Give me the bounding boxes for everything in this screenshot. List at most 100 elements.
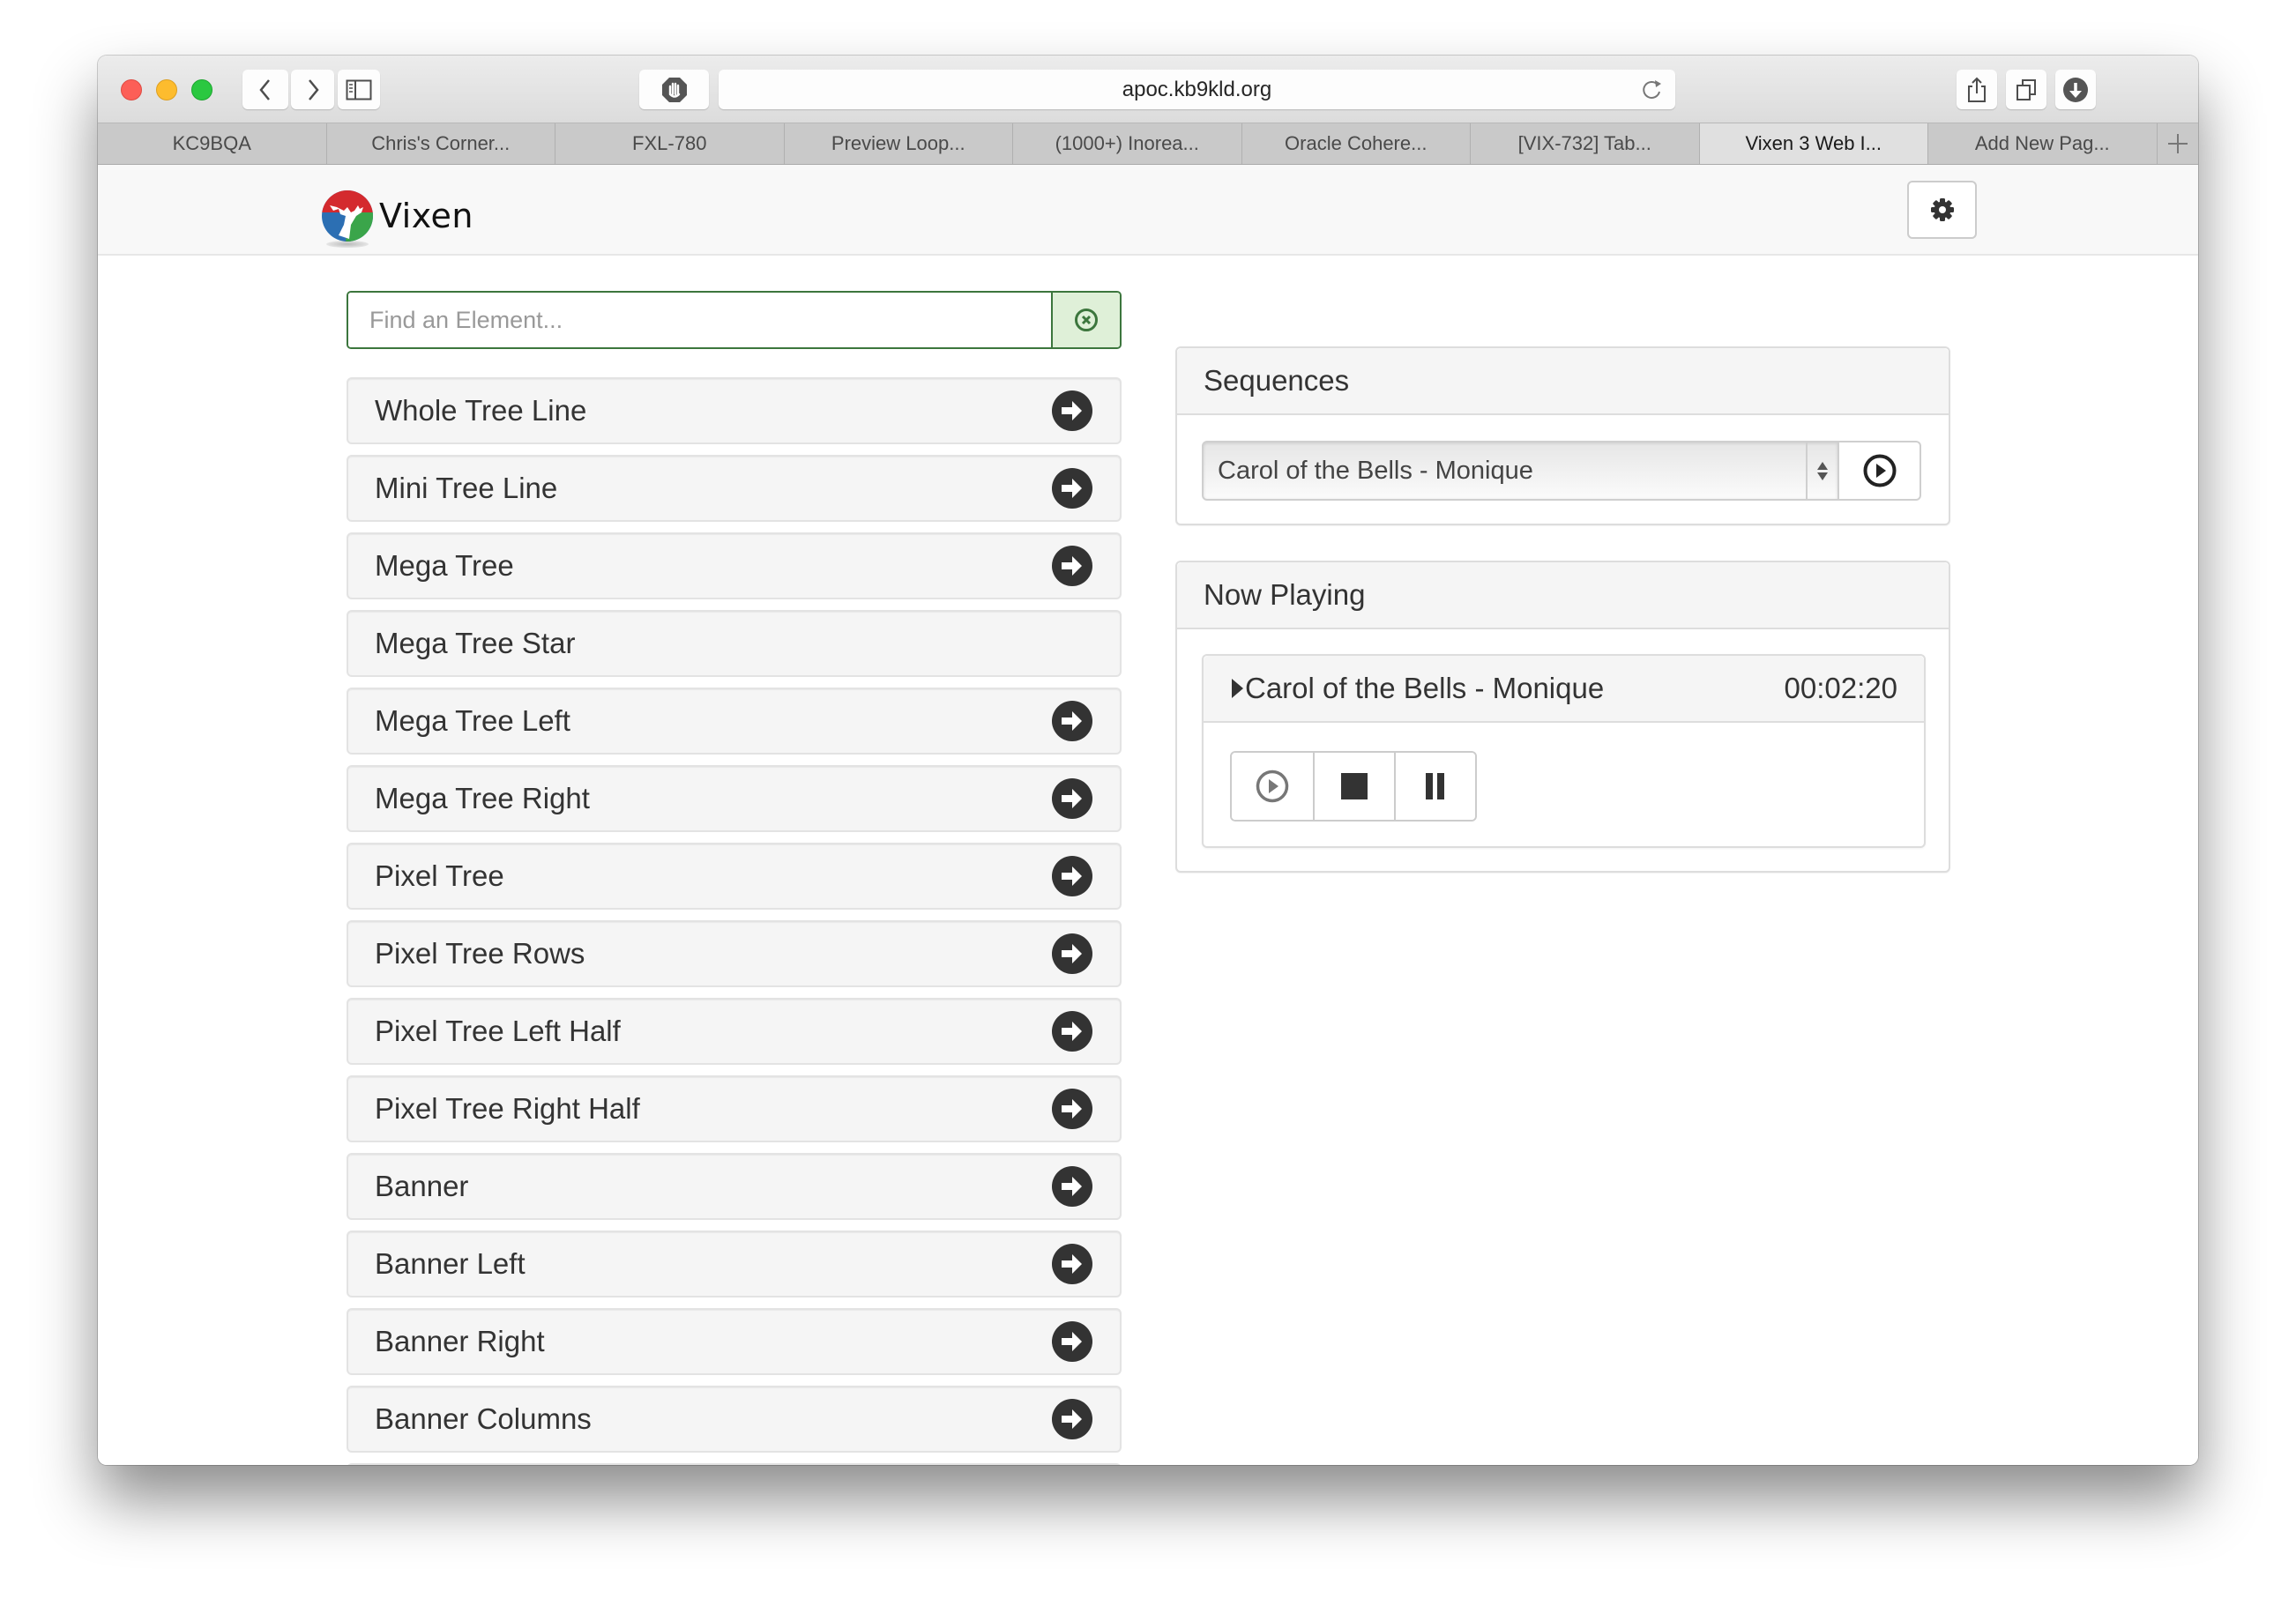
arrow-circle-right-icon[interactable]	[1051, 1088, 1093, 1130]
share-icon	[1968, 77, 1986, 102]
address-bar[interactable]: apoc.kb9kld.org	[719, 70, 1675, 109]
arrow-circle-right-icon[interactable]	[1051, 933, 1093, 975]
tabs-overview-button[interactable]	[2006, 70, 2046, 109]
clear-circle-icon	[1075, 309, 1098, 331]
sequence-picker: Carol of the Bells - Monique	[1202, 441, 1921, 501]
play-circle-icon	[1863, 454, 1896, 487]
back-button[interactable]	[242, 70, 288, 109]
brand[interactable]: Vixen	[321, 190, 473, 248]
element-list-item[interactable]: Pixel Tree Right Half	[347, 1075, 1122, 1142]
settings-button[interactable]	[1907, 181, 1977, 239]
browser-window: apoc.kb9kld.org KC9BQA Chris's Corner...…	[98, 56, 2198, 1465]
caret-right-icon	[1232, 679, 1243, 698]
element-label: Banner Right	[375, 1325, 545, 1357]
share-button[interactable]	[1957, 70, 1997, 109]
play-sequence-button[interactable]	[1839, 441, 1921, 501]
tab-vix-732[interactable]: [VIX-732] Tab...	[1471, 123, 1700, 164]
tab-inoreader[interactable]: (1000+) Inorea...	[1013, 123, 1242, 164]
arrow-circle-right-icon[interactable]	[1051, 700, 1093, 742]
element-label: Pixel Tree Rows	[375, 937, 585, 970]
forward-button[interactable]	[291, 70, 334, 109]
tabs-overview-icon	[2016, 78, 2036, 100]
tab-preview-loop[interactable]: Preview Loop...	[785, 123, 1013, 164]
element-list-item[interactable]: Banner	[347, 1153, 1122, 1220]
stop-icon	[1341, 773, 1368, 799]
now-playing-panel: Now Playing Carol of the Bells - Monique…	[1175, 561, 1950, 873]
close-window-button[interactable]	[121, 79, 142, 100]
now-playing-item: Carol of the Bells - Monique 00:02:20	[1202, 654, 1926, 848]
element-list-item[interactable]: Pixel Tree Left Half	[347, 998, 1122, 1065]
arrow-circle-right-icon[interactable]	[1051, 467, 1093, 509]
element-label: Pixel Tree	[375, 859, 504, 892]
clear-search-button[interactable]	[1051, 293, 1120, 347]
sequence-select[interactable]: Carol of the Bells - Monique	[1202, 441, 1839, 501]
zoom-window-button[interactable]	[191, 79, 212, 100]
downloads-button[interactable]	[2055, 70, 2096, 109]
tab-oracle-coherence[interactable]: Oracle Cohere...	[1242, 123, 1471, 164]
url-text: apoc.kb9kld.org	[1122, 78, 1272, 101]
arrow-circle-right-icon[interactable]	[1051, 1165, 1093, 1208]
select-arrows-icon	[1806, 442, 1838, 499]
element-list-item[interactable]: Mini Tree Line	[347, 455, 1122, 522]
extension-button[interactable]	[639, 70, 709, 109]
reload-icon[interactable]	[1640, 78, 1665, 102]
tab-kc9bqa[interactable]: KC9BQA	[98, 123, 327, 164]
tab-vixen-web-interface[interactable]: Vixen 3 Web I...	[1699, 123, 1928, 164]
element-list: Whole Tree Line Mini Tree Line Mega Tree Me…	[347, 377, 1122, 1465]
element-list-item[interactable]: Pixel Tree	[347, 843, 1122, 910]
element-label: Banner Columns	[375, 1402, 592, 1435]
now-playing-heading: Now Playing	[1177, 562, 1949, 629]
element-list-item[interactable]: Whole Tree Line	[347, 377, 1122, 444]
arrow-circle-right-icon[interactable]	[1051, 1398, 1093, 1440]
vixen-logo	[321, 190, 374, 248]
sequence-selected-value: Carol of the Bells - Monique	[1218, 457, 1533, 485]
element-list-item[interactable]: Mega Tree	[347, 532, 1122, 599]
element-label: Mega Tree Right	[375, 782, 590, 814]
chevron-left-icon	[259, 78, 270, 100]
plus-icon	[2167, 134, 2188, 153]
element-label: Banner	[375, 1170, 469, 1202]
minimize-window-button[interactable]	[156, 79, 177, 100]
element-list-item[interactable]: Banner Left	[347, 1231, 1122, 1297]
arrow-circle-right-icon[interactable]	[1051, 1320, 1093, 1363]
brand-name: Vixen	[379, 197, 473, 235]
element-list-item[interactable]	[347, 1463, 1122, 1465]
arrow-circle-right-icon[interactable]	[1051, 1243, 1093, 1285]
element-label: Banner Left	[375, 1247, 526, 1280]
app-navbar: Vixen	[98, 165, 2198, 256]
pause-icon	[1426, 773, 1444, 799]
arrow-circle-right-icon[interactable]	[1051, 777, 1093, 820]
gear-icon	[1930, 198, 1954, 221]
tab-fxl-780[interactable]: FXL-780	[555, 123, 785, 164]
play-button[interactable]	[1232, 753, 1313, 820]
element-label: Mega Tree Left	[375, 704, 570, 737]
element-list-item[interactable]: Banner Columns	[347, 1386, 1122, 1453]
arrow-circle-right-icon[interactable]	[1051, 1010, 1093, 1052]
new-tab-button[interactable]	[2158, 123, 2199, 164]
element-label: Mega Tree	[375, 549, 514, 582]
playback-controls	[1230, 751, 1477, 822]
element-list-item[interactable]: Pixel Tree Rows	[347, 920, 1122, 987]
tab-add-new-page[interactable]: Add New Pag...	[1928, 123, 2158, 164]
element-list-item[interactable]: Mega Tree Left	[347, 688, 1122, 755]
stop-button[interactable]	[1313, 753, 1394, 820]
stop-hand-icon	[661, 77, 687, 102]
arrow-circle-right-icon[interactable]	[1051, 545, 1093, 587]
tab-chris-corner[interactable]: Chris's Corner...	[327, 123, 555, 164]
element-list-item[interactable]: Mega Tree Right	[347, 765, 1122, 832]
now-playing-item-header[interactable]: Carol of the Bells - Monique 00:02:20	[1204, 656, 1924, 723]
download-icon	[2063, 77, 2088, 102]
arrow-circle-right-icon[interactable]	[1051, 390, 1093, 432]
element-label: Mini Tree Line	[375, 472, 558, 504]
sidebar-button[interactable]	[338, 70, 380, 109]
element-label: Pixel Tree Right Half	[375, 1092, 640, 1125]
now-playing-title: Carol of the Bells - Monique	[1245, 672, 1605, 704]
sidebar-icon	[346, 79, 372, 100]
arrow-circle-right-icon[interactable]	[1051, 855, 1093, 897]
element-search-input[interactable]	[348, 293, 1051, 347]
element-label: Mega Tree Star	[375, 627, 576, 659]
element-list-item[interactable]: Banner Right	[347, 1308, 1122, 1375]
sequences-heading: Sequences	[1177, 348, 1949, 415]
pause-button[interactable]	[1394, 753, 1475, 820]
element-list-item[interactable]: Mega Tree Star	[347, 610, 1122, 677]
